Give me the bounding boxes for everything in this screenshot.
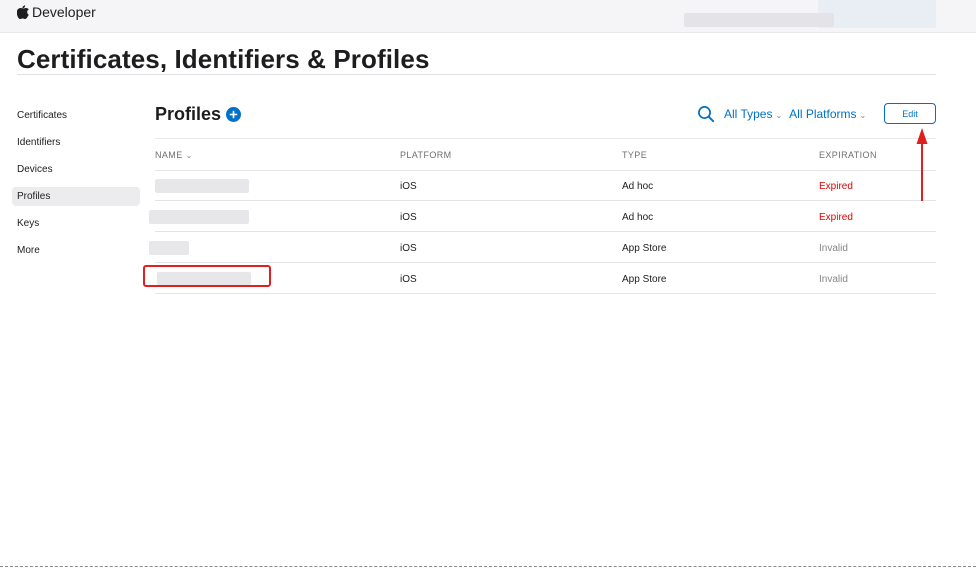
search-icon[interactable]: [697, 105, 715, 123]
column-header-name-label: NAME: [155, 150, 183, 160]
brand-name: Developer: [32, 4, 96, 20]
cell-platform: iOS: [400, 243, 417, 254]
filter-bar: All Types ⌄ All Platforms ⌄: [697, 105, 873, 123]
chevron-down-icon: ⌄: [859, 111, 867, 120]
sidebar-item-certificates[interactable]: Certificates: [12, 106, 140, 125]
type-filter-label: All Types: [724, 107, 773, 121]
sidebar-item-keys[interactable]: Keys: [12, 214, 140, 233]
cell-platform: iOS: [400, 212, 417, 223]
page-title: Certificates, Identifiers & Profiles: [17, 44, 430, 74]
bottom-dashed-divider: [0, 566, 976, 567]
annotation-highlight-box: [143, 265, 271, 287]
cell-type: App Store: [622, 274, 667, 285]
sidebar-item-more[interactable]: More: [12, 241, 140, 260]
chevron-down-icon: ⌄: [185, 151, 193, 160]
blurred-account-name: [684, 13, 834, 27]
row-divider: [155, 293, 936, 294]
section-title: Profiles: [155, 104, 222, 124]
table-row[interactable]: iOS Ad hoc Expired: [145, 171, 936, 201]
sidebar-item-profiles[interactable]: Profiles: [12, 187, 140, 206]
developer-home-link[interactable]: Developer: [17, 4, 96, 20]
sidebar-item-identifiers[interactable]: Identifiers: [12, 133, 140, 152]
chevron-down-icon: ⌄: [775, 111, 783, 120]
column-header-expiration[interactable]: EXPIRATION: [819, 150, 877, 160]
blurred-profile-name: [149, 241, 189, 255]
cell-type: App Store: [622, 243, 667, 254]
cell-expiration: Invalid: [819, 243, 848, 254]
plus-circle-icon: [226, 107, 242, 122]
table-row[interactable]: iOS Ad hoc Expired: [145, 202, 936, 232]
edit-button[interactable]: Edit: [884, 103, 936, 124]
add-profile-button[interactable]: [226, 107, 242, 122]
sidebar: Certificates Identifiers Devices Profile…: [12, 106, 140, 268]
blurred-profile-name: [155, 179, 249, 193]
blurred-account-area: [818, 0, 936, 28]
cell-expiration: Invalid: [819, 274, 848, 285]
annotation-arrow-up-icon: [916, 128, 928, 201]
global-nav: Developer: [0, 0, 976, 33]
cell-expiration: Expired: [819, 181, 853, 192]
platform-filter-dropdown[interactable]: All Platforms ⌄: [789, 107, 866, 121]
title-divider: [17, 74, 936, 75]
row-divider: [155, 200, 936, 201]
blurred-profile-name: [149, 210, 249, 224]
cell-type: Ad hoc: [622, 212, 654, 223]
column-header-type[interactable]: TYPE: [622, 150, 647, 160]
column-header-platform[interactable]: PLATFORM: [400, 150, 452, 160]
apple-logo-icon: [17, 5, 29, 19]
table-top-divider: [155, 138, 936, 139]
row-divider: [155, 262, 936, 263]
column-header-name[interactable]: NAME ⌄: [155, 150, 193, 160]
cell-type: Ad hoc: [622, 181, 654, 192]
table-row[interactable]: iOS App Store Invalid: [145, 233, 936, 263]
platform-filter-label: All Platforms: [789, 107, 857, 121]
cell-expiration: Expired: [819, 212, 853, 223]
type-filter-dropdown[interactable]: All Types ⌄: [724, 107, 782, 121]
row-divider: [155, 231, 936, 232]
cell-platform: iOS: [400, 274, 417, 285]
sidebar-item-devices[interactable]: Devices: [12, 160, 140, 179]
section-header: Profiles: [155, 104, 242, 125]
cell-platform: iOS: [400, 181, 417, 192]
